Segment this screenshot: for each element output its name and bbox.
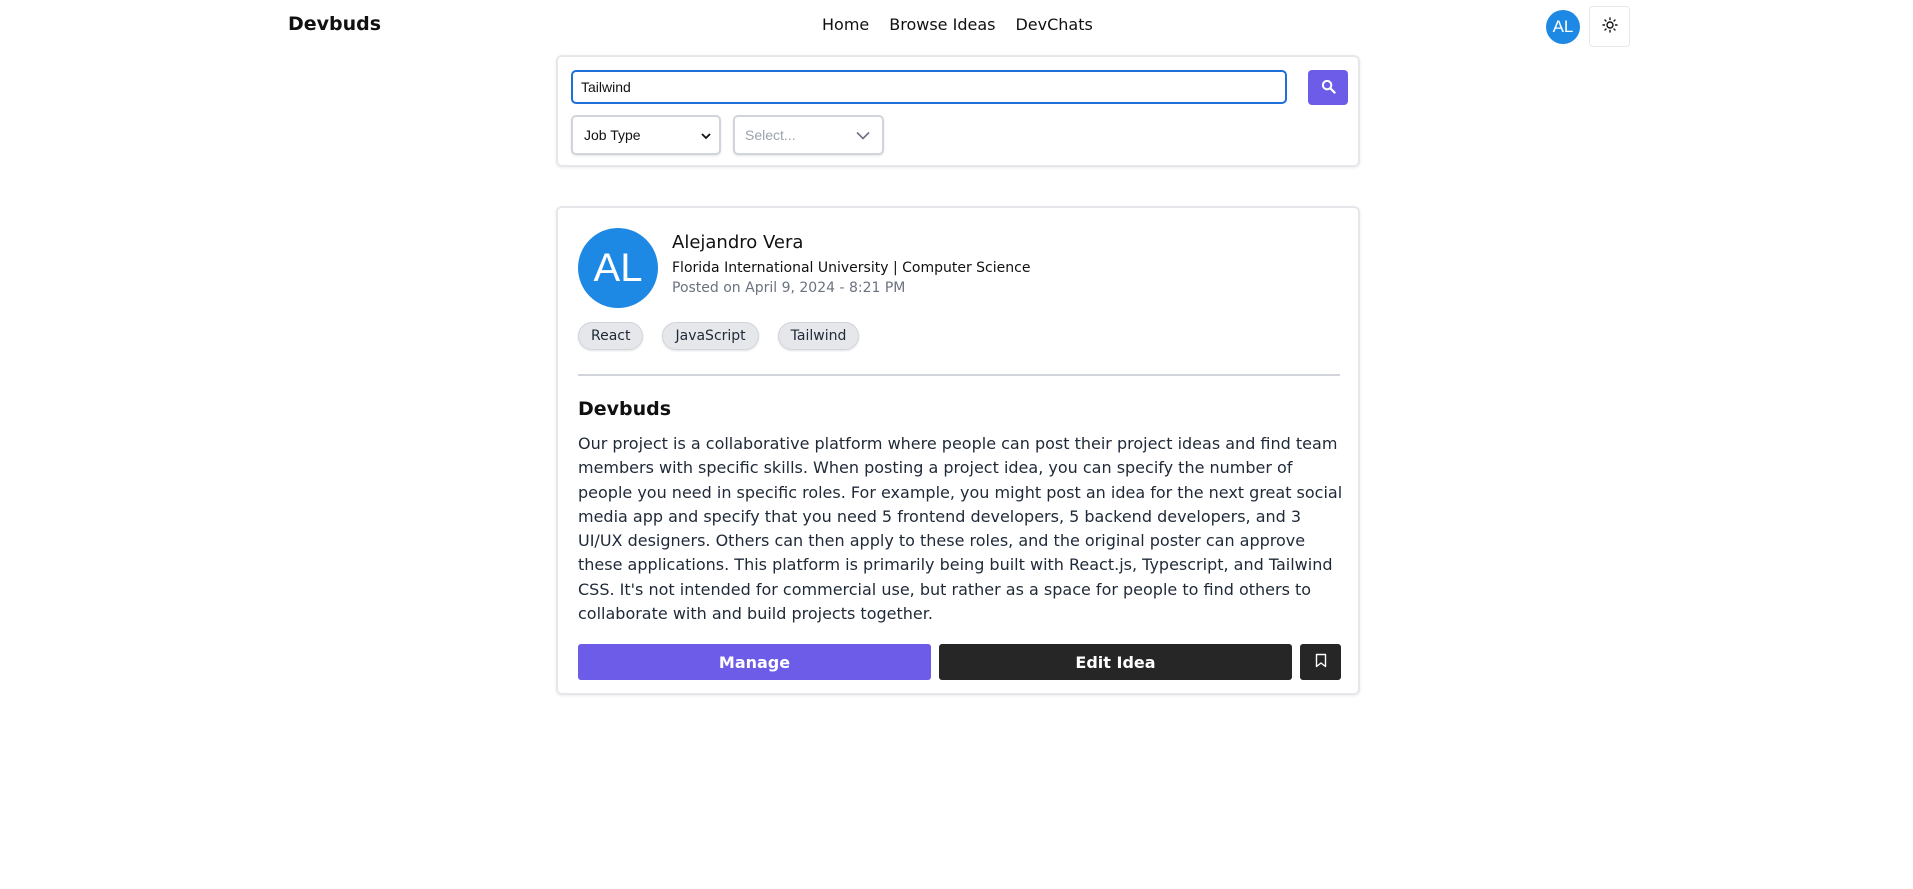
divider — [578, 374, 1340, 376]
job-type-label: Job Type — [584, 127, 641, 143]
user-avatar[interactable]: AL — [1546, 10, 1580, 44]
idea-title: Devbuds — [578, 398, 672, 420]
job-type-select[interactable]: Job Type — [571, 115, 721, 155]
posted-timestamp: Posted on April 9, 2024 - 8:21 PM — [672, 280, 906, 296]
idea-description: Our project is a collaborative platform … — [578, 434, 1343, 624]
tag-chip: JavaScript — [662, 322, 759, 350]
skills-placeholder: Select... — [745, 127, 796, 143]
main-nav: Home Browse Ideas DevChats — [822, 15, 1093, 34]
search-button[interactable] — [1308, 70, 1348, 105]
theme-toggle-button[interactable] — [1589, 6, 1630, 47]
bookmark-icon — [1315, 653, 1327, 671]
author-name[interactable]: Alejandro Vera — [672, 232, 803, 253]
top-navbar: Devbuds Home Browse Ideas DevChats AL — [0, 0, 1913, 52]
tag-chip: Tailwind — [777, 322, 860, 350]
bookmark-button[interactable] — [1300, 644, 1341, 680]
manage-button[interactable]: Manage — [578, 644, 931, 680]
idea-card: AL Alejandro Vera Florida International … — [556, 206, 1360, 695]
brand-logo[interactable]: Devbuds — [288, 13, 381, 35]
sun-icon — [1601, 17, 1618, 36]
tag-list: React JavaScript Tailwind — [578, 322, 860, 350]
nav-browse-ideas-link[interactable]: Browse Ideas — [889, 15, 995, 34]
search-input[interactable] — [571, 70, 1287, 104]
search-filter-panel: Job Type Select... — [556, 55, 1360, 167]
nav-devchats-link[interactable]: DevChats — [1015, 15, 1092, 34]
tag-chip: React — [578, 322, 644, 350]
skills-select[interactable]: Select... — [733, 115, 884, 155]
chevron-down-icon — [856, 127, 870, 143]
chevron-down-icon — [701, 127, 711, 143]
author-school: Florida International University | Compu… — [672, 260, 1031, 276]
nav-home-link[interactable]: Home — [822, 15, 869, 34]
edit-idea-button[interactable]: Edit Idea — [939, 644, 1292, 680]
search-icon — [1321, 79, 1336, 97]
author-avatar[interactable]: AL — [578, 228, 658, 308]
